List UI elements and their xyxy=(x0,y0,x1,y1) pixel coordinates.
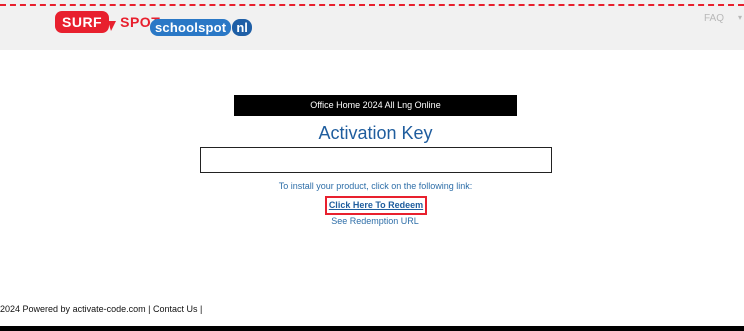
footer: 2024 Powered by activate-code.com | Cont… xyxy=(0,303,202,315)
schoolspot-logo-suffix: nl xyxy=(232,18,252,36)
bottom-bar xyxy=(0,326,744,331)
activation-key-field[interactable] xyxy=(200,147,552,173)
header: SURF SPOT schoolspot nl FAQ ▾ xyxy=(0,0,744,50)
activation-key-title: Activation Key xyxy=(318,123,433,143)
product-name-bar: Office Home 2024 All Lng Online xyxy=(234,95,517,116)
surfspot-logo[interactable]: SURF SPOT xyxy=(55,11,160,33)
footer-suffix: | xyxy=(197,304,203,314)
footer-separator: | xyxy=(145,304,153,314)
schoolspot-logo[interactable]: schoolspot nl xyxy=(150,18,252,36)
faq-link[interactable]: FAQ xyxy=(704,13,724,24)
chevron-down-icon[interactable]: ▾ xyxy=(738,13,742,22)
redemption-url-link[interactable]: See Redemption URL xyxy=(300,215,450,227)
schoolspot-logo-text: schoolspot xyxy=(150,18,232,36)
page: SURF SPOT schoolspot nl FAQ ▾ Office Hom… xyxy=(0,0,744,331)
header-dashed-border xyxy=(0,4,744,6)
logo-tail-icon xyxy=(108,21,117,31)
install-instruction: To install your product, click on the fo… xyxy=(278,181,473,191)
footer-site-link[interactable]: activate-code.com xyxy=(73,304,146,314)
redeem-link[interactable]: Click Here To Redeem xyxy=(325,196,427,215)
surf-logo-text: SURF xyxy=(55,11,110,33)
contact-us-link[interactable]: Contact Us xyxy=(153,304,198,314)
footer-prefix: 2024 Powered by xyxy=(0,304,73,314)
